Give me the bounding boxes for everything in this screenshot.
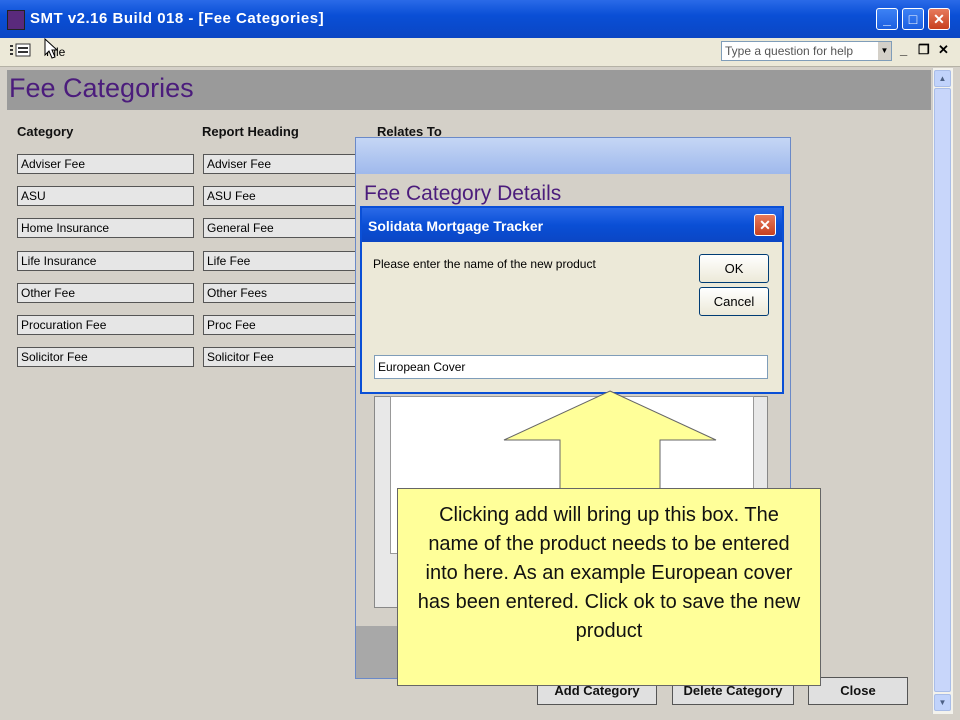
- report-heading-field[interactable]: Proc Fee: [203, 315, 363, 335]
- scroll-up-icon[interactable]: ▲: [934, 70, 951, 87]
- window-title: SMT v2.16 Build 018 - [Fee Categories]: [30, 10, 325, 27]
- mdi-restore-button[interactable]: ❐: [918, 42, 930, 58]
- mdi-close-button[interactable]: ✕: [938, 42, 949, 58]
- dialog-title: Solidata Mortgage Tracker: [368, 218, 544, 234]
- column-header-report-heading: Report Heading: [202, 124, 299, 139]
- category-field[interactable]: Home Insurance: [17, 218, 194, 238]
- category-field[interactable]: Life Insurance: [17, 251, 194, 271]
- callout-arrow-icon: [503, 390, 717, 490]
- report-heading-field[interactable]: Adviser Fee: [203, 154, 363, 174]
- category-field[interactable]: ASU: [17, 186, 194, 206]
- close-form-button[interactable]: Close: [808, 677, 908, 705]
- column-header-category: Category: [17, 124, 74, 139]
- category-field[interactable]: Adviser Fee: [17, 154, 194, 174]
- category-field[interactable]: Solicitor Fee: [17, 347, 194, 367]
- maximize-button[interactable]: □: [902, 8, 924, 30]
- help-question-input[interactable]: Type a question for help: [721, 41, 892, 61]
- ok-button[interactable]: OK: [699, 254, 769, 283]
- cancel-button[interactable]: Cancel: [699, 287, 769, 316]
- report-heading-field[interactable]: General Fee: [203, 218, 363, 238]
- report-heading-field[interactable]: Solicitor Fee: [203, 347, 363, 367]
- page-title: Fee Categories: [9, 73, 194, 103]
- mouse-cursor-icon: [44, 37, 59, 63]
- close-window-button[interactable]: ✕: [928, 8, 950, 30]
- app-icon[interactable]: [7, 10, 25, 30]
- dialog-close-icon[interactable]: ✕: [754, 214, 776, 236]
- dialog-prompt: Please enter the name of the new product: [373, 257, 596, 271]
- window-titlebar[interactable]: SMT v2.16 Build 018 - [Fee Categories] _…: [0, 0, 960, 38]
- product-name-input[interactable]: European Cover: [374, 355, 768, 379]
- scrollbar-thumb[interactable]: [934, 88, 951, 692]
- category-field[interactable]: Procuration Fee: [17, 315, 194, 335]
- form-icon[interactable]: [10, 42, 32, 58]
- fee-category-details-titlebar[interactable]: [356, 138, 790, 174]
- scroll-down-icon[interactable]: ▼: [934, 694, 951, 711]
- mdi-minimize-button[interactable]: _: [900, 42, 907, 57]
- fee-category-details-title: Fee Category Details: [364, 182, 562, 205]
- report-heading-field[interactable]: Other Fees: [203, 283, 363, 303]
- callout-box: Clicking add will bring up this box. The…: [397, 488, 821, 686]
- category-field[interactable]: Other Fee: [17, 283, 194, 303]
- minimize-button[interactable]: _: [876, 8, 898, 30]
- report-heading-field[interactable]: ASU Fee: [203, 186, 363, 206]
- help-dropdown-arrow-icon[interactable]: ▼: [878, 42, 891, 60]
- report-heading-field[interactable]: Life Fee: [203, 251, 363, 271]
